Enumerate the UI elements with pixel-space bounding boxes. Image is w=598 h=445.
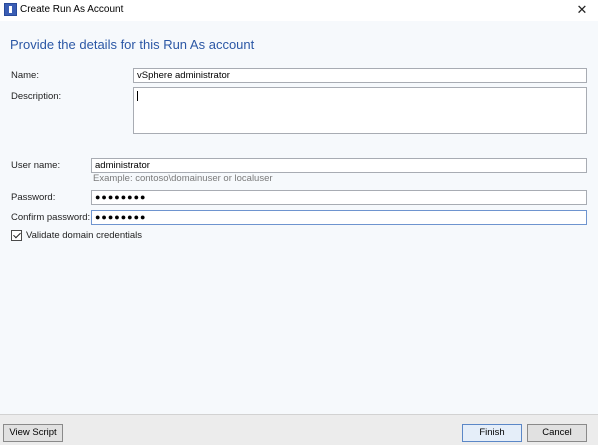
finish-button[interactable]: Finish [462, 424, 522, 442]
cancel-button[interactable]: Cancel [527, 424, 587, 442]
app-icon [4, 3, 17, 16]
view-script-button[interactable]: View Script [3, 424, 63, 442]
title-bar: Create Run As Account ✕ [0, 0, 598, 21]
description-textarea[interactable] [133, 87, 587, 134]
name-label: Name: [11, 70, 39, 81]
name-input[interactable]: vSphere administrator [133, 68, 587, 83]
dialog-footer: View Script Finish Cancel [0, 414, 598, 445]
close-button[interactable]: ✕ [570, 0, 594, 20]
confirm-password-input[interactable]: ●●●●●●●● [91, 210, 587, 225]
username-label: User name: [11, 160, 61, 171]
validate-credentials-label[interactable]: Validate domain credentials [26, 230, 142, 241]
password-label: Password: [11, 192, 56, 203]
page-heading: Provide the details for this Run As acco… [10, 37, 255, 52]
text-caret [137, 91, 138, 101]
password-input[interactable]: ●●●●●●●● [91, 190, 587, 205]
window-title: Create Run As Account [20, 4, 124, 15]
description-label: Description: [11, 91, 62, 102]
username-hint: Example: contoso\domainuser or localuser [93, 173, 273, 184]
username-input[interactable]: administrator [91, 158, 587, 173]
confirm-password-label: Confirm password: [11, 212, 91, 223]
validate-credentials-checkbox[interactable] [11, 230, 22, 241]
dialog-content: Provide the details for this Run As acco… [0, 21, 598, 414]
